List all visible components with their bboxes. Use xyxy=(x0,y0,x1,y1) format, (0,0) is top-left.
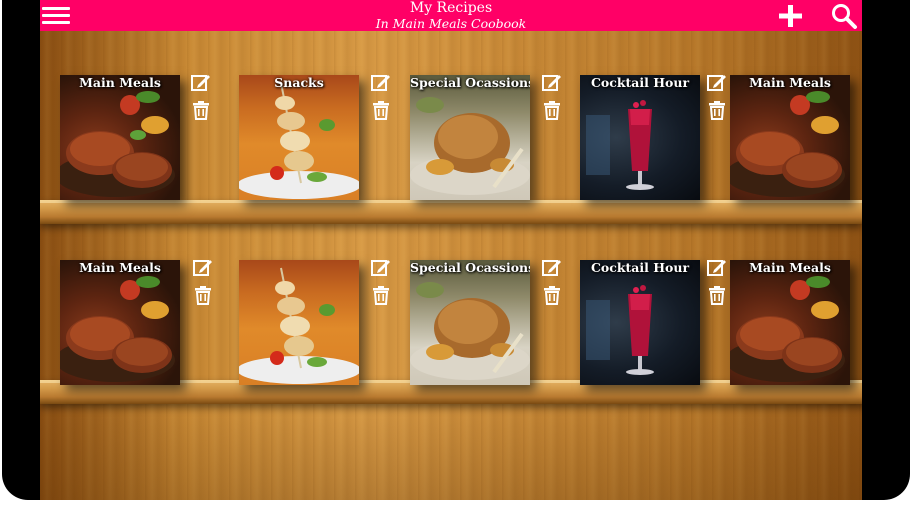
cookbook-snacks[interactable]: Snacks xyxy=(239,75,359,200)
steak-image xyxy=(730,91,845,197)
trash-icon[interactable] xyxy=(370,284,392,306)
trash-icon[interactable] xyxy=(541,99,563,121)
trash-icon[interactable] xyxy=(190,99,212,121)
red-cocktail-image xyxy=(586,285,654,375)
cookbook-label: Cocktail Hour xyxy=(590,260,690,275)
trash-icon[interactable] xyxy=(192,284,214,306)
search-icon[interactable] xyxy=(830,2,858,30)
cookbook-snacks[interactable] xyxy=(239,260,359,385)
app-title: My Recipes xyxy=(409,0,493,16)
cookbook-main-meals[interactable]: Main Meals xyxy=(730,260,850,385)
trash-icon[interactable] xyxy=(706,99,728,121)
plus-icon[interactable] xyxy=(774,2,806,30)
edit-icon[interactable] xyxy=(192,257,214,279)
cookbook-special-ocassions[interactable]: Special Ocassions xyxy=(410,75,530,200)
cookbook-label: Main Meals xyxy=(749,260,831,275)
app-bar: My Recipes In Main Meals Coobook xyxy=(40,0,862,31)
roast-chicken-image xyxy=(410,282,530,380)
edit-icon[interactable] xyxy=(706,72,728,94)
cookbook-special-ocassions[interactable]: Special Ocassions xyxy=(410,260,530,385)
cookbook-label: Special Ocassions xyxy=(410,75,530,90)
edit-icon[interactable] xyxy=(190,72,212,94)
cookbook-label: Main Meals xyxy=(749,75,831,90)
cookbook-cocktail-hour[interactable]: Cocktail Hour xyxy=(580,75,700,200)
cookbook-cocktail-hour[interactable]: Cocktail Hour xyxy=(580,260,700,385)
edit-icon[interactable] xyxy=(541,257,563,279)
steak-image xyxy=(60,276,175,382)
cookbook-label: Special Ocassions xyxy=(410,260,530,275)
trash-icon[interactable] xyxy=(541,284,563,306)
trash-icon[interactable] xyxy=(370,99,392,121)
steak-image xyxy=(730,276,845,382)
shelf-bottom-wall xyxy=(40,404,862,500)
cookbook-label: Main Meals xyxy=(79,260,161,275)
kebab-skewer-image xyxy=(239,82,359,199)
cookbook-label: Main Meals xyxy=(79,75,161,90)
app-screen: My Recipes In Main Meals Coobook Main Me… xyxy=(40,0,862,500)
kebab-skewer-image xyxy=(239,267,359,384)
cookbook-label: Cocktail Hour xyxy=(590,75,690,90)
cookbook-label: Snacks xyxy=(274,75,324,90)
roast-chicken-image xyxy=(410,97,530,195)
edit-icon[interactable] xyxy=(541,72,563,94)
edit-icon[interactable] xyxy=(370,257,392,279)
edit-icon[interactable] xyxy=(370,72,392,94)
trash-icon[interactable] xyxy=(706,284,728,306)
cookbook-subtitle: In Main Meals Coobook xyxy=(375,16,527,31)
steak-image xyxy=(60,91,175,197)
red-cocktail-image xyxy=(586,100,654,190)
edit-icon[interactable] xyxy=(706,257,728,279)
cookbook-main-meals[interactable]: Main Meals xyxy=(60,75,180,200)
device-frame: My Recipes In Main Meals Coobook Main Me… xyxy=(2,0,910,500)
shelf-plank-1 xyxy=(40,200,862,224)
cookbook-main-meals[interactable]: Main Meals xyxy=(60,260,180,385)
cookbook-main-meals[interactable]: Main Meals xyxy=(730,75,850,200)
